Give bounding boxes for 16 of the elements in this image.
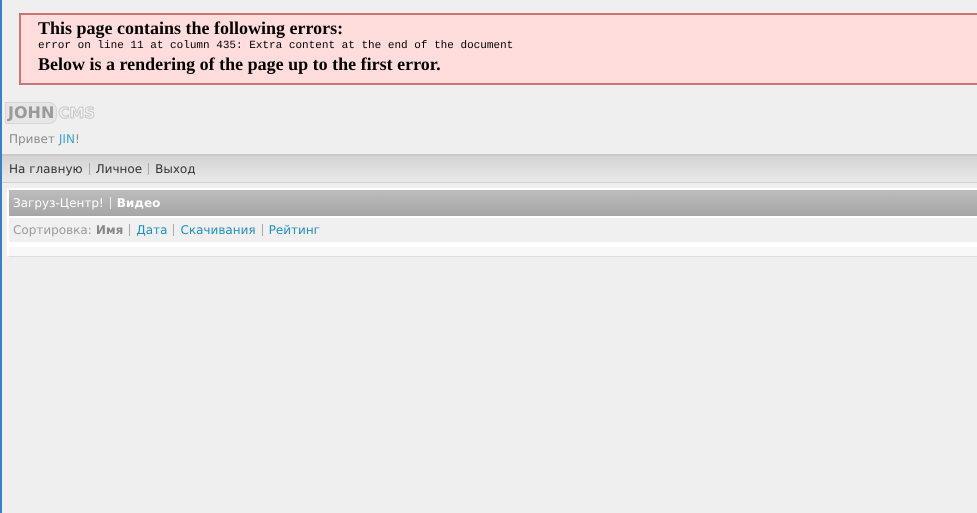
sort-label: Сортировка:	[13, 223, 92, 237]
error-footer: Below is a rendering of the page up to the first error.	[38, 54, 977, 74]
greeting-text: !	[74, 132, 80, 146]
nav-link[interactable]: На главную	[9, 162, 83, 176]
breadcrumb-link[interactable]: Загруз-Центр!	[13, 196, 104, 210]
nav-link[interactable]: Выход	[155, 162, 196, 176]
greeting-text: Привет	[9, 132, 55, 146]
sort-option[interactable]: Скачивания	[180, 223, 256, 237]
error-title: This page contains the following errors:	[38, 18, 344, 38]
user-link[interactable]: JIN	[58, 132, 75, 146]
nav-link[interactable]: Личное	[96, 162, 142, 176]
sort-option[interactable]: Имя	[96, 223, 124, 237]
error-message: error on line 11 at column 435: Extra content at the end of the document	[38, 39, 514, 54]
sort-option[interactable]: Рейтинг	[268, 223, 320, 237]
sort-option[interactable]: Дата	[136, 223, 168, 237]
logo-text[interactable]: JOHN	[5, 102, 58, 124]
